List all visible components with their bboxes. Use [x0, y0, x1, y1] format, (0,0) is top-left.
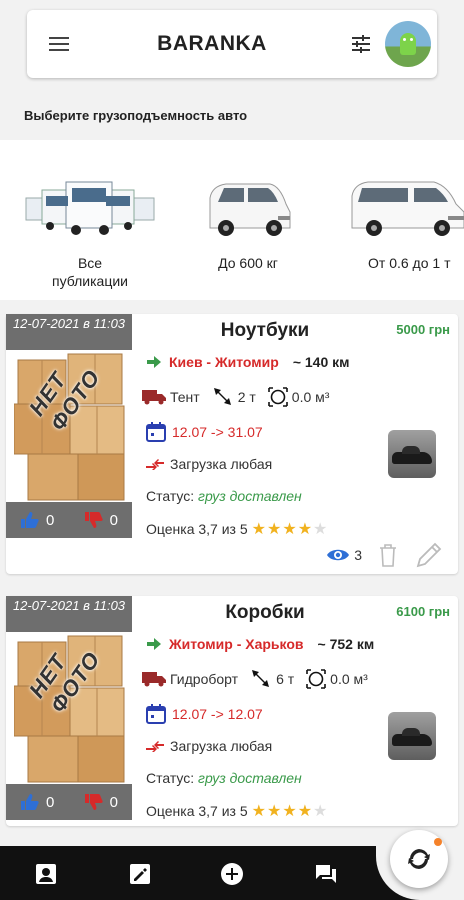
refresh-button[interactable] [390, 830, 448, 888]
notification-dot [434, 838, 442, 846]
date-range: 12.07 -> 31.07 [146, 422, 263, 442]
rating: Оценка 3,7 из 5 ★★★★★ [146, 519, 328, 539]
dislike-button[interactable]: 0 [84, 793, 118, 811]
weight-icon [252, 670, 270, 687]
body-type: Гидроборт [170, 671, 239, 687]
cargo-price: 5000 грн [396, 322, 450, 337]
like-button[interactable]: 0 [20, 511, 54, 529]
cargo-title: Ноутбуки [220, 320, 310, 341]
loading-info: Загрузка любая [146, 738, 272, 754]
calendar-icon [146, 704, 166, 724]
like-button[interactable]: 0 [20, 793, 54, 811]
dates-text: 12.07 -> 12.07 [172, 706, 263, 722]
rating-text: Оценка 3,7 из 5 [146, 803, 248, 819]
volume: 0.0 м³ [291, 389, 330, 405]
status-value: груз доставлен [198, 488, 302, 504]
capacity-option-1t[interactable]: От 0.6 до 1 т [338, 160, 464, 272]
app-header: BARANKA [27, 10, 437, 78]
cargo-card[interactable]: 12-07-2021 в 11:03 НЕТ ФОТО 0 0 Ноутбуки… [6, 314, 458, 574]
cargo-title: Коробки [225, 602, 305, 623]
route-line: Киев - Житомир ~ 140 км [147, 354, 350, 370]
like-count: 0 [46, 793, 55, 811]
vote-bar: 0 0 [6, 502, 132, 538]
cargo-price: 6100 грн [396, 604, 450, 619]
capacity-selector: Все публикации До 600 кг От 0.6 до 1 т [0, 140, 464, 300]
vehicle-props: Тент 2 т 0.0 м³ [142, 386, 341, 408]
cargo-photo: 12-07-2021 в 11:03 НЕТ ФОТО 0 0 [6, 596, 132, 820]
status-value: груз доставлен [198, 770, 302, 786]
distance: ~ 140 км [292, 354, 350, 370]
views-count: 3 [354, 547, 362, 563]
avatar[interactable] [385, 21, 431, 67]
arrow-right-icon [147, 638, 161, 650]
capacity-option-600kg[interactable]: До 600 кг [178, 160, 318, 272]
status-label: Статус: [146, 770, 195, 786]
loading-info: Загрузка любая [146, 456, 272, 472]
capacity-label: До 600 кг [218, 255, 278, 271]
rating-stars: ★★★★★ [251, 803, 329, 820]
status: Статус: груз доставлен [146, 488, 302, 504]
cargo-photo: 12-07-2021 в 11:03 НЕТ ФОТО 0 0 [6, 314, 132, 538]
van-image [338, 160, 464, 240]
vote-bar: 0 0 [6, 784, 132, 820]
capacity-option-all[interactable]: Все публикации [20, 160, 160, 290]
tonnage: 2 т [237, 389, 256, 405]
thumbs-up-icon [21, 512, 39, 528]
capacity-label: Все публикации [52, 255, 128, 289]
add-icon[interactable] [220, 862, 244, 886]
edit-icon[interactable] [414, 540, 444, 570]
rating: Оценка 3,7 из 5 ★★★★★ [146, 801, 328, 821]
dates-text: 12.07 -> 31.07 [172, 424, 263, 440]
vehicle-photo[interactable] [388, 712, 436, 760]
filter-icon[interactable] [345, 28, 377, 60]
capacity-title: Выберите грузоподъемность авто [24, 108, 248, 123]
truck-icon [142, 390, 166, 405]
arrow-right-icon [147, 356, 161, 368]
thumbs-down-icon [84, 794, 103, 810]
truck-fleet-image [20, 160, 160, 240]
rating-stars: ★★★★★ [251, 521, 329, 538]
calendar-icon [146, 422, 166, 442]
vehicle-photo[interactable] [388, 430, 436, 478]
status: Статус: груз доставлен [146, 770, 302, 786]
distance: ~ 752 км [317, 636, 375, 652]
cargo-card[interactable]: 12-07-2021 в 11:03 НЕТ ФОТО 0 0 Коробки … [6, 596, 458, 826]
like-count: 0 [46, 511, 55, 529]
tonnage: 6 т [276, 671, 295, 687]
small-van-image [178, 160, 318, 240]
volume-icon [267, 387, 288, 407]
capacity-label: От 0.6 до 1 т [368, 255, 451, 271]
weight-icon [213, 388, 231, 405]
truck-icon [142, 672, 166, 687]
menu-icon[interactable] [39, 24, 79, 64]
body-type: Тент [170, 389, 200, 405]
route: Киев - Житомир [169, 354, 279, 370]
route: Житомир - Харьков [169, 636, 304, 652]
trash-icon[interactable] [378, 542, 398, 568]
card-actions: 3 [326, 540, 444, 570]
dislike-count: 0 [109, 793, 118, 811]
chat-icon[interactable] [314, 862, 338, 886]
date-range: 12.07 -> 12.07 [146, 704, 263, 724]
thumbs-up-icon [21, 794, 39, 810]
rating-text: Оценка 3,7 из 5 [146, 521, 248, 537]
loading-arrows-icon [146, 459, 164, 470]
loading-text: Загрузка любая [170, 738, 273, 754]
profile-icon[interactable] [34, 862, 58, 886]
volume-icon [306, 669, 326, 689]
dislike-count: 0 [109, 511, 118, 529]
loading-arrows-icon [146, 741, 164, 752]
app-title: BARANKA [157, 32, 267, 55]
vehicle-props: Гидроборт 6 т 0.0 м³ [142, 668, 380, 690]
sync-icon [408, 849, 430, 869]
status-label: Статус: [146, 488, 195, 504]
views: 3 [326, 547, 362, 563]
volume: 0.0 м³ [330, 671, 368, 687]
publish-icon[interactable] [128, 862, 152, 886]
loading-text: Загрузка любая [170, 456, 273, 472]
dislike-button[interactable]: 0 [84, 511, 118, 529]
route-line: Житомир - Харьков ~ 752 км [147, 636, 374, 652]
eye-icon [327, 549, 350, 561]
thumbs-down-icon [84, 512, 103, 528]
